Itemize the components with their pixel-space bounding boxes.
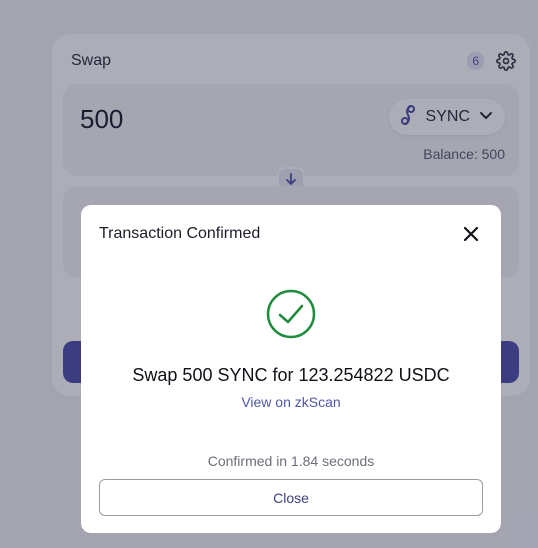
view-on-zkscan-link[interactable]: View on zkScan	[81, 394, 501, 410]
modal-header: Transaction Confirmed	[99, 224, 481, 244]
modal-title: Transaction Confirmed	[99, 225, 261, 242]
transaction-confirmed-modal: Transaction Confirmed Swap 500 SYNC for …	[81, 205, 501, 533]
confirmation-time-text: Confirmed in 1.84 seconds	[207, 453, 375, 469]
check-circle-icon	[266, 289, 316, 344]
close-icon[interactable]	[461, 224, 481, 244]
swap-summary-message: Swap 500 SYNC for 123.254822 USDC	[132, 365, 450, 385]
close-button[interactable]: Close	[99, 479, 483, 516]
